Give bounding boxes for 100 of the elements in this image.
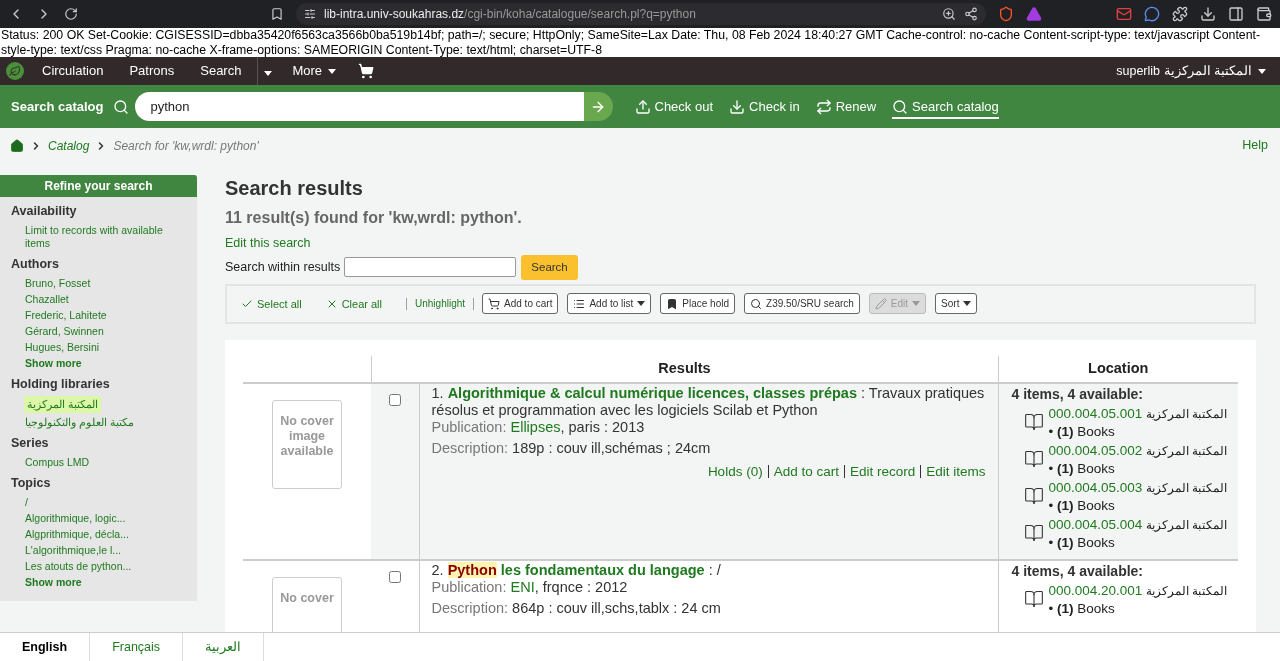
koha-logo[interactable]: [6, 62, 24, 80]
facet-heading: Series: [11, 435, 50, 453]
facet-heading: Availability: [11, 203, 78, 220]
home-icon[interactable]: [10, 138, 24, 153]
record-action-link[interactable]: Holds (0): [707, 462, 763, 480]
header-action-link[interactable]: Check in: [729, 96, 800, 120]
language-link[interactable]: English: [0, 633, 91, 661]
item-count: • (1) Books: [1048, 459, 1116, 477]
facet-link[interactable]: Gérard, Swinnen: [25, 324, 104, 338]
toolbar-button[interactable]: Sort: [935, 293, 978, 315]
facet-link[interactable]: Limit to records with available items: [25, 223, 186, 250]
show-more-link[interactable]: Show more: [25, 575, 82, 589]
chat-icon[interactable]: [1144, 6, 1160, 22]
item-count: • (1) Books: [1048, 422, 1116, 440]
result-title: 2. Python les fondamentaux du langage : /: [431, 561, 722, 579]
reload-icon[interactable]: [64, 7, 78, 21]
header-action-link[interactable]: Search catalog: [892, 96, 999, 120]
search-icon: [112, 98, 129, 115]
sidebar-icon[interactable]: [1228, 6, 1244, 22]
facet-link[interactable]: Algorithmique, logic...: [25, 511, 126, 525]
cart-icon[interactable]: [358, 63, 375, 79]
caret-icon: [963, 301, 972, 307]
publication-text: Publication: ENI, frqnce : 2012: [431, 578, 629, 596]
toolbar-button[interactable]: Add to list: [567, 293, 652, 315]
more-menu[interactable]: More: [292, 61, 337, 81]
availability-text: 4 items, 4 available:: [1011, 562, 1145, 580]
bookmark-icon: [666, 297, 679, 310]
description-text: Description: 189p : couv ill,schémas ; 24cm: [431, 439, 712, 457]
header-action-link[interactable]: Check out: [634, 96, 714, 120]
clear-all-link[interactable]: Clear all: [325, 295, 382, 312]
upload-icon: [634, 98, 651, 115]
facet-link[interactable]: /: [25, 495, 28, 509]
facet-heading: Holding libraries: [11, 375, 111, 393]
item-count: • (1) Books: [1048, 533, 1116, 551]
search-within-label: Search within results: [225, 258, 341, 276]
show-more-link[interactable]: Show more: [25, 356, 82, 370]
user-menu[interactable]: superlib المكتبة المركزية: [1116, 61, 1266, 81]
facet-link[interactable]: Les atouts de python...: [25, 559, 132, 573]
help-link[interactable]: Help: [1242, 136, 1268, 155]
select-checkbox[interactable]: [388, 570, 401, 583]
caret-icon: [912, 301, 921, 307]
facet-link[interactable]: Bruno, Fosset: [25, 276, 91, 290]
search-button[interactable]: Search: [521, 254, 578, 280]
facet-heading: Topics: [11, 475, 52, 492]
search-within-field[interactable]: [344, 257, 517, 278]
status-header-text: Status: 200 OK Set-Cookie: CGISESSID=dbba35420f6563ca3566b0ba519b14bf; path=/; secure; HttpOnly; SameSite=Lax Date: Thu, 08 Feb 2024 18:40:27 GMT Cache-control: no-cache Content-script-type: text/javascript Content-style-type: text/css Pragma: no-cache X-frame-options: SAMEORIGIN Content-Type: text/html; charset=UTF-8: [0, 28, 1280, 57]
header-action-link[interactable]: Renew: [815, 96, 877, 120]
wallet-icon[interactable]: [1256, 6, 1272, 22]
facet-link[interactable]: Chazallet: [25, 292, 69, 306]
search-icon: [750, 297, 763, 310]
toolbar-button[interactable]: Z39.50/SRU search: [744, 293, 860, 315]
record-action-link[interactable]: Add to cart: [773, 462, 839, 480]
pencil-icon: [874, 297, 887, 310]
publication-text: Publication: Ellipses, paris : 2013: [431, 418, 646, 436]
nav-link[interactable]: Patrons: [129, 61, 175, 81]
breadcrumb-current: Search for 'kw,wrdl: python': [113, 137, 259, 155]
mail-icon[interactable]: [1116, 6, 1132, 22]
edit-search-link[interactable]: Edit this search: [225, 234, 1256, 253]
catalog-search-field[interactable]: python: [134, 92, 584, 121]
caret-icon: [1258, 68, 1266, 74]
search-icon: [892, 98, 909, 115]
unhighlight-link[interactable]: Unhighlight: [415, 296, 466, 312]
sidebar-header: Refine your search: [0, 175, 197, 197]
facet-link[interactable]: المكتبة المركزية: [24, 396, 101, 414]
extensions-icon[interactable]: [1172, 6, 1188, 22]
caret-icon: [264, 71, 273, 77]
language-link[interactable]: العربية: [183, 633, 265, 661]
description-text: Description: 864p : couv ill,schs,tablx : 24 cm: [431, 599, 722, 617]
download-icon: [729, 98, 746, 115]
nav-link[interactable]: Search: [200, 61, 242, 81]
language-link[interactable]: Français: [90, 633, 184, 661]
record-action-link[interactable]: Edit record: [849, 462, 916, 480]
cart-icon: [488, 297, 501, 310]
record-action-link[interactable]: Edit items: [926, 462, 986, 480]
facet-link[interactable]: L'algorithmique,le l...: [25, 543, 121, 557]
shield-icon[interactable]: [998, 6, 1014, 22]
address-bar[interactable]: lib-intra.univ-soukahras.dz/cgi-bin/koha/catalogue/search.pl?q=python: [296, 3, 986, 25]
nav-link[interactable]: Circulation: [42, 61, 104, 81]
list-icon: [573, 297, 586, 310]
toolbar-button[interactable]: Place hold: [660, 293, 736, 315]
facet-link[interactable]: Hugues, Bersini: [25, 340, 100, 354]
bookmark-icon[interactable]: [270, 7, 284, 21]
search-catalog-label: Search catalog: [11, 97, 104, 116]
zoom-icon: [942, 7, 956, 21]
facet-link[interactable]: Algprithmique, décla...: [25, 527, 129, 541]
item-count: • (1) Books: [1048, 599, 1116, 617]
facet-link[interactable]: Frederic, Lahitete: [25, 308, 107, 322]
result-title: 1. Algorithmique & calcul numérique licences, classes prépas : Travaux pratiques résolus et programmation avec les logiciels Scilab et Python: [431, 384, 986, 419]
download-icon[interactable]: [1200, 6, 1216, 22]
triangle-icon[interactable]: [1026, 6, 1042, 22]
toolbar-button[interactable]: Add to cart: [482, 293, 559, 315]
facet-link[interactable]: مكتبة العلوم والتكنولوجيا: [25, 416, 134, 430]
submit-search-button[interactable]: [583, 92, 613, 121]
breadcrumb-link[interactable]: Catalog: [48, 136, 90, 155]
select-all-link[interactable]: Select all: [241, 295, 302, 312]
no-cover-text: No cover: [280, 590, 334, 606]
facet-link[interactable]: Compus LMD: [25, 456, 90, 469]
column-header: Location: [1088, 359, 1149, 376]
site-settings-icon: [304, 8, 316, 20]
select-checkbox[interactable]: [388, 393, 401, 406]
